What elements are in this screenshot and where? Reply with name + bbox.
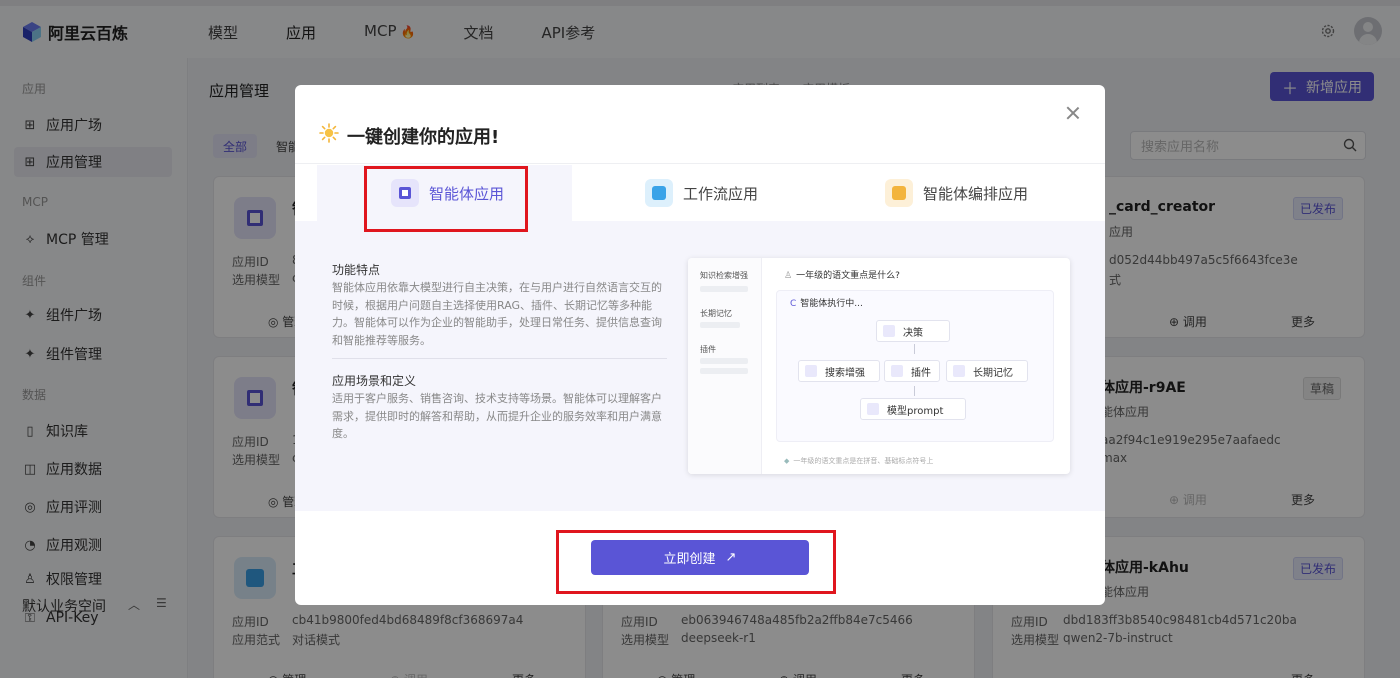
node-label: 长期记忆 <box>973 367 1013 379</box>
features-title: 功能特点 <box>332 263 381 277</box>
scenario-line: 度。 <box>332 427 354 440</box>
preview-footer: ◆ 一年级的语文重点是在拼音、基础标点符号上 <box>784 456 933 466</box>
node-icon <box>953 365 965 377</box>
highlight-tab-box <box>364 166 528 232</box>
placeholder-bar <box>700 286 748 292</box>
features-line: 力。智能体可以作为企业的智能助手，处理日常任务、提供信息查询 <box>332 316 662 329</box>
node-icon <box>805 365 817 377</box>
model-node: 模型prompt <box>860 398 966 420</box>
connector-line <box>914 386 915 396</box>
preview-question-text: 一年级的语文重点是什么? <box>796 271 900 281</box>
placeholder-bar <box>700 358 748 364</box>
placeholder-bar <box>700 368 748 374</box>
tab-orchestration-app[interactable]: 智能体编排应用 <box>885 165 1028 221</box>
preview-side-label: 长期记忆 <box>700 309 732 318</box>
preview-running: C 智能体执行中... <box>790 296 863 309</box>
placeholder-bar <box>700 322 740 328</box>
loading-icon: C <box>790 299 797 309</box>
user-icon: ♙ <box>784 271 793 281</box>
features-line: 智能体应用依靠大模型进行自主决策，在与用户进行自然语言交互的 <box>332 281 662 294</box>
node-label: 插件 <box>911 367 931 379</box>
highlight-create-box <box>556 530 836 594</box>
node-icon <box>867 403 879 415</box>
node-label: 决策 <box>903 327 923 339</box>
divider <box>332 358 667 359</box>
preview-side-label: 插件 <box>700 345 716 354</box>
plugin-node: 插件 <box>884 360 940 382</box>
tab-workflow-app[interactable]: 工作流应用 <box>645 165 758 221</box>
search-node: 搜索增强 <box>798 360 880 382</box>
features-line: 和智能推荐等服务。 <box>332 333 431 347</box>
tab-label: 智能体编排应用 <box>923 184 1029 203</box>
node-label: 模型prompt <box>887 405 944 417</box>
agent-preview-illustration: 知识检索增强 长期记忆 插件 ♙ 一年级的语文重点是什么? C 智能体执行中... … <box>688 258 1070 474</box>
node-icon <box>891 365 903 377</box>
scenario-line: 需求，提供即时的解答和帮助，从而提升企业的服务效率和用户满意 <box>332 409 662 423</box>
scenario-title: 应用场景和定义 <box>332 374 417 388</box>
preview-question: ♙ 一年级的语文重点是什么? <box>784 268 900 281</box>
workflow-app-icon <box>645 179 673 207</box>
preview-sidebar: 知识检索增强 长期记忆 插件 <box>688 258 762 474</box>
modal-title: 一键创建你的应用! <box>347 127 500 148</box>
preview-running-text: 智能体执行中... <box>800 299 863 309</box>
preview-footer-text: 一年级的语文重点是在拼音、基础标点符号上 <box>793 457 934 465</box>
tab-label: 工作流应用 <box>683 184 759 203</box>
node-label: 搜索增强 <box>825 367 865 379</box>
orchestration-app-icon <box>885 179 913 207</box>
node-icon <box>883 325 895 337</box>
divider <box>295 163 1105 164</box>
scenario-text: 适用于客户服务、销售咨询、技术支持等场景。智能体可以理解客户 需求，提供即时的解… <box>332 390 664 443</box>
features-text: 智能体应用依靠大模型进行自主决策，在与用户进行自然语言交互的 时候，根据用户问题… <box>332 279 664 349</box>
scenario-line: 适用于客户服务、销售咨询、技术支持等场景。智能体可以理解客户 <box>332 392 662 405</box>
preview-side-label: 知识检索增强 <box>700 271 748 280</box>
features-line: 时候，根据用户问题自主选择使用RAG、插件、长期记忆等多种能 <box>332 298 653 312</box>
connector-line <box>914 344 915 354</box>
create-app-modal: 一键创建你的应用! 智能体应用 工作流应用 智能体编排应用 功能特点 智能体应用… <box>295 85 1105 605</box>
answer-icon: ◆ <box>784 457 790 465</box>
decision-node: 决策 <box>876 320 950 342</box>
sun-icon <box>319 123 339 143</box>
close-icon[interactable] <box>1063 103 1083 123</box>
memory-node: 长期记忆 <box>946 360 1028 382</box>
